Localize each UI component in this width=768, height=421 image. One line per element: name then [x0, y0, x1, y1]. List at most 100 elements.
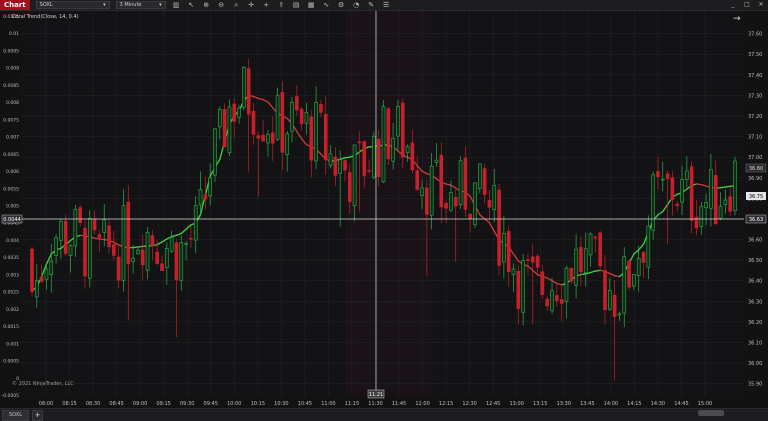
candle-body	[88, 218, 91, 278]
scroll-to-end-icon[interactable]: →	[733, 14, 741, 24]
data-box-icon[interactable]: ▦	[307, 1, 316, 10]
candle-body	[276, 95, 279, 139]
candle-body	[112, 245, 115, 256]
strategies-icon[interactable]: ⚙	[337, 1, 346, 10]
candle-body	[570, 268, 573, 281]
pointer-icon[interactable]: ↖	[187, 1, 196, 10]
left-axis-tick-label: 0.0005	[3, 359, 19, 365]
window-maximize-icon[interactable]: □	[742, 0, 752, 10]
zoom-out-icon[interactable]: ⊖	[217, 1, 226, 10]
candle-body	[430, 166, 433, 215]
candle-body	[729, 197, 732, 212]
trend-segment	[138, 246, 143, 247]
drawing-tools-icon[interactable]: ✎	[367, 1, 376, 10]
time-axis-tick-label: 13:30	[557, 401, 571, 407]
window-minimize-icon[interactable]: _	[728, 0, 738, 10]
crosshair-time-label: 11:21	[369, 392, 383, 398]
candle-body	[117, 257, 120, 280]
share-icon[interactable]: ⇪	[277, 1, 286, 10]
candle-body	[382, 107, 385, 182]
candle-body	[363, 142, 366, 176]
candle-body	[502, 233, 505, 262]
candle-body	[666, 174, 669, 179]
left-axis-tick-label: 0.007	[6, 135, 19, 141]
interval-value: 3 Minute	[120, 1, 142, 9]
left-axis-tick-label: 0.008	[6, 100, 19, 106]
window-close-icon[interactable]: ✕	[756, 0, 766, 10]
time-axis-tick-label: 10:00	[227, 401, 241, 407]
magnify-icon[interactable]: ⌕	[232, 1, 241, 10]
candle-body	[575, 249, 578, 285]
tab-soxl[interactable]: SOXL	[2, 410, 29, 421]
candle-body	[599, 233, 602, 266]
candle-body	[194, 205, 197, 240]
left-axis-tick-label: 0.0085	[3, 83, 19, 89]
right-axis-tick-label: 37.30	[748, 93, 762, 99]
left-axis-tick-label: -0.0005	[2, 393, 20, 399]
candle-body	[50, 261, 53, 274]
candle-body	[637, 258, 640, 275]
left-axis-tick-label: 0.004	[6, 238, 19, 244]
bars-icon[interactable]: ▥	[172, 1, 181, 10]
time-axis-tick-label: 12:15	[439, 401, 453, 407]
indicators-icon[interactable]: ∿	[322, 1, 331, 10]
candle-body	[734, 161, 737, 211]
interval-selector[interactable]: 3 Minute ▾	[116, 1, 166, 9]
candle-body	[425, 188, 428, 214]
candle-body	[262, 135, 265, 141]
candle-body	[127, 202, 130, 264]
candle-body	[536, 256, 539, 267]
candle-body	[242, 67, 245, 107]
candle-body	[204, 195, 207, 199]
candle-body	[213, 129, 216, 175]
time-axis-tick-label: 11:30	[368, 401, 382, 407]
time-axis-tick-label: 09:15	[156, 401, 170, 407]
time-axis-tick-label: 10:15	[251, 401, 265, 407]
candle-body	[228, 107, 231, 153]
candle-body	[512, 269, 515, 275]
plus-icon[interactable]: +	[262, 1, 271, 10]
right-axis-tick-label: 35.90	[748, 382, 762, 388]
chart-toolbar: Chart SOXL ▾ 3 Minute ▾ ▥ ↖ ⊕ ⊖ ⌕ ✛ + ⇪ …	[0, 0, 768, 11]
candle-body	[435, 160, 438, 162]
instrument-selector[interactable]: SOXL ▾	[36, 1, 110, 9]
candle-body	[396, 106, 399, 136]
candle-body	[40, 277, 43, 281]
candle-body	[661, 179, 664, 180]
time-axis-tick-label: 14:00	[604, 401, 618, 407]
add-tab-icon[interactable]: +	[32, 410, 43, 421]
candle-body	[642, 252, 645, 262]
candle-body	[189, 238, 192, 239]
right-axis-tick-label: 36.60	[748, 238, 762, 244]
candle-body	[209, 178, 212, 196]
candle-body	[478, 164, 481, 189]
properties-icon[interactable]: ☰	[382, 1, 391, 10]
zoom-in-icon[interactable]: ⊕	[202, 1, 211, 10]
crosshair-icon[interactable]: ✛	[247, 1, 256, 10]
candle-body	[449, 192, 452, 210]
candle-body	[31, 249, 34, 292]
copyright-watermark: © 2021 NinjaTrader, LLC	[12, 381, 74, 387]
crosshair-right-label: 36.63	[749, 217, 763, 223]
candle-body	[608, 291, 611, 310]
left-axis-tick-label: 0.0035	[3, 255, 19, 261]
time-axis-tick-label: 09:45	[204, 401, 218, 407]
candle-body	[473, 183, 476, 225]
candle-body	[565, 268, 568, 302]
right-axis-tick-label: 36.00	[748, 361, 762, 367]
chart-type-icon[interactable]: ▤	[292, 1, 301, 10]
candle-body	[594, 237, 597, 238]
candle-body	[343, 160, 346, 170]
candle-body	[522, 260, 525, 312]
indicator-label: Coral Trend(Close, 14, 0.4)	[12, 14, 79, 20]
horizontal-scrollbar[interactable]	[698, 410, 724, 416]
candle-body	[35, 281, 38, 297]
chart-panel[interactable]: 0.01050.010.00950.0090.00850.0080.00750.…	[0, 11, 768, 409]
time-axis-tick-label: 11:45	[392, 401, 406, 407]
alerts-icon[interactable]: ◔	[352, 1, 361, 10]
time-axis-tick-label: 14:30	[651, 401, 665, 407]
candle-body	[387, 109, 390, 159]
left-axis-tick-label: 0.0095	[3, 48, 19, 54]
price-chart[interactable]: 0.01050.010.00950.0090.00850.0080.00750.…	[0, 11, 768, 409]
candle-body	[676, 204, 679, 206]
